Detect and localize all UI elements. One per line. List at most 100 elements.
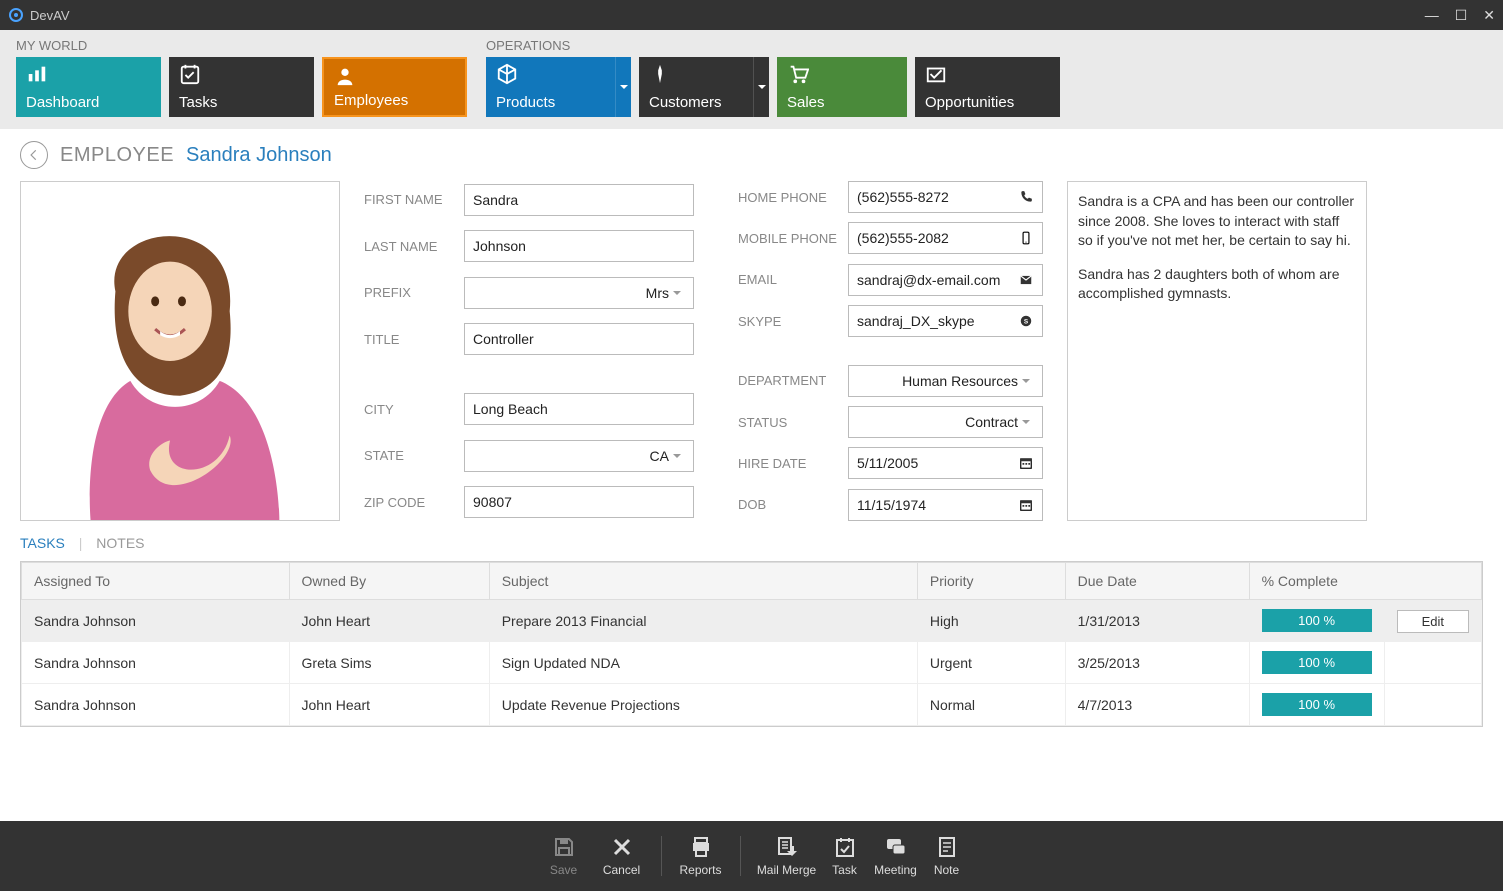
note-icon [935, 835, 959, 859]
close-button[interactable]: ✕ [1483, 7, 1495, 24]
notes-panel: Sandra is a CPA and has been our control… [1067, 181, 1367, 521]
tile-products-label: Products [496, 94, 621, 111]
cell-assigned: Sandra Johnson [22, 642, 290, 684]
tab-notes[interactable]: NOTES [96, 535, 144, 551]
notes-paragraph: Sandra is a CPA and has been our control… [1078, 192, 1356, 251]
bottom-cancel[interactable]: Cancel [593, 835, 651, 877]
table-row[interactable]: Sandra JohnsonJohn HeartUpdate Revenue P… [22, 684, 1482, 726]
label-first-name: FIRST NAME [364, 192, 464, 207]
input-zip[interactable]: 90807 [464, 486, 694, 518]
tab-tasks[interactable]: TASKS [20, 535, 65, 551]
col-due[interactable]: Due Date [1065, 563, 1249, 600]
col-priority[interactable]: Priority [917, 563, 1065, 600]
cell-subject: Update Revenue Projections [489, 684, 917, 726]
tasks-icon [179, 63, 201, 88]
label-city: CITY [364, 402, 464, 417]
input-state[interactable]: CA [464, 440, 694, 472]
col-subject[interactable]: Subject [489, 563, 917, 600]
svg-text:S: S [1024, 318, 1029, 325]
table-row[interactable]: Sandra JohnsonJohn HeartPrepare 2013 Fin… [22, 600, 1482, 642]
cell-complete: 100 % [1249, 600, 1384, 642]
products-icon [496, 63, 518, 88]
col-assigned[interactable]: Assigned To [22, 563, 290, 600]
cell-due: 3/25/2013 [1065, 642, 1249, 684]
table-row[interactable]: Sandra JohnsonGreta SimsSign Updated NDA… [22, 642, 1482, 684]
tab-separator: | [79, 535, 83, 551]
cell-subject: Sign Updated NDA [489, 642, 917, 684]
input-status[interactable]: Contract [848, 406, 1043, 438]
form-left-column: FIRST NAME Sandra LAST NAME Johnson PREF… [364, 181, 694, 521]
cell-owned: John Heart [289, 600, 489, 642]
toolbar-separator [661, 836, 662, 876]
bottom-mail-merge-label: Mail Merge [757, 863, 816, 877]
cell-assigned: Sandra Johnson [22, 684, 290, 726]
tile-dashboard[interactable]: Dashboard [16, 57, 161, 117]
tile-sales[interactable]: Sales [777, 57, 907, 117]
bottom-meeting[interactable]: Meeting [867, 835, 925, 877]
page-content: EMPLOYEE Sandra Johnson FIRST NAME Sandr… [0, 129, 1503, 830]
tile-customers-dropdown[interactable] [753, 57, 769, 117]
tile-employees[interactable]: Employees [322, 57, 467, 117]
col-owned[interactable]: Owned By [289, 563, 489, 600]
label-title: TITLE [364, 332, 464, 347]
cancel-icon [610, 835, 634, 859]
input-last-name[interactable]: Johnson [464, 230, 694, 262]
input-home-phone[interactable]: (562)555-8272 [848, 181, 1043, 213]
tasks-grid: Assigned To Owned By Subject Priority Du… [20, 561, 1483, 727]
input-dob[interactable]: 11/15/1974 [848, 489, 1043, 521]
page-header: EMPLOYEE Sandra Johnson [20, 141, 1483, 169]
input-city[interactable]: Long Beach [464, 393, 694, 425]
label-mobile-phone: MOBILE PHONE [738, 231, 848, 246]
cell-complete: 100 % [1249, 642, 1384, 684]
tile-sales-label: Sales [787, 94, 897, 111]
edit-button[interactable]: Edit [1397, 610, 1469, 633]
label-department: DEPARTMENT [738, 373, 848, 388]
tile-customers[interactable]: Customers [639, 57, 769, 117]
cell-priority: Normal [917, 684, 1065, 726]
tile-customers-label: Customers [649, 94, 759, 111]
tile-opportunities[interactable]: Opportunities [915, 57, 1060, 117]
minimize-button[interactable]: — [1425, 7, 1439, 24]
tile-products-dropdown[interactable] [615, 57, 631, 117]
opportunities-icon [925, 63, 947, 88]
col-complete[interactable]: % Complete [1249, 563, 1481, 600]
input-mobile-phone[interactable]: (562)555-2082 [848, 222, 1043, 254]
employees-icon [334, 65, 356, 90]
ribbon: MY WORLD Dashboard Tasks Employees OPERA… [0, 30, 1503, 129]
input-skype[interactable]: sandraj_DX_skypeS [848, 305, 1043, 337]
input-prefix[interactable]: Mrs [464, 277, 694, 309]
input-first-name[interactable]: Sandra [464, 184, 694, 216]
bottom-reports[interactable]: Reports [672, 835, 730, 877]
bottom-reports-label: Reports [679, 863, 721, 877]
tile-products[interactable]: Products [486, 57, 631, 117]
customers-icon [649, 63, 671, 88]
cell-priority: Urgent [917, 642, 1065, 684]
ribbon-section-operations: OPERATIONS [486, 38, 1060, 53]
mobile-icon [1018, 231, 1034, 245]
bottom-meeting-label: Meeting [874, 863, 917, 877]
cell-due: 1/31/2013 [1065, 600, 1249, 642]
bottom-note-label: Note [934, 863, 959, 877]
bottom-save[interactable]: Save [535, 835, 593, 877]
chevron-down-icon [669, 289, 685, 297]
bottom-mail-merge[interactable]: Mail Merge [751, 835, 823, 877]
cell-owned: Greta Sims [289, 642, 489, 684]
bottom-task[interactable]: Task [823, 835, 867, 877]
input-title[interactable]: Controller [464, 323, 694, 355]
chevron-down-icon [669, 452, 685, 460]
cell-subject: Prepare 2013 Financial [489, 600, 917, 642]
input-department[interactable]: Human Resources [848, 365, 1043, 397]
sales-icon [787, 63, 809, 88]
detail-tabs: TASKS | NOTES [20, 535, 1483, 551]
cell-owned: John Heart [289, 684, 489, 726]
label-prefix: PREFIX [364, 285, 464, 300]
label-home-phone: HOME PHONE [738, 190, 848, 205]
meeting-icon [884, 835, 908, 859]
tile-tasks[interactable]: Tasks [169, 57, 314, 117]
back-button[interactable] [20, 141, 48, 169]
maximize-button[interactable]: ☐ [1455, 7, 1468, 24]
input-hire-date[interactable]: 5/11/2005 [848, 447, 1043, 479]
page-title: Sandra Johnson [186, 144, 332, 167]
input-email[interactable]: sandraj@dx-email.com [848, 264, 1043, 296]
bottom-note[interactable]: Note [925, 835, 969, 877]
